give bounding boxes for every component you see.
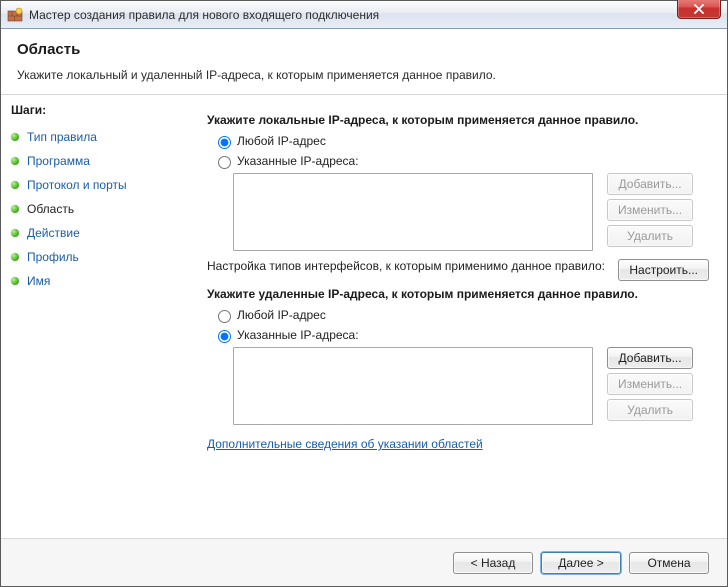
page-title: Область [17,41,711,58]
wizard-footer: < Назад Далее > Отмена [1,538,727,586]
remote-any-radio[interactable] [218,310,231,323]
sidebar-step-label: Область [27,202,74,216]
interface-types-text: Настройка типов интерфейсов, к которым п… [207,259,618,273]
sidebar-step-label: Действие [27,226,80,240]
step-bullet-icon [11,181,19,189]
sidebar-step-item[interactable]: Программа [11,149,184,173]
sidebar-step-item[interactable]: Профиль [11,245,184,269]
sidebar-step-item[interactable]: Протокол и порты [11,173,184,197]
remote-ip-listbox[interactable] [233,347,593,425]
sidebar-step-label: Имя [27,274,50,288]
local-add-button[interactable]: Добавить... [607,173,693,195]
next-button[interactable]: Далее > [541,552,621,574]
local-ip-listbox[interactable] [233,173,593,251]
remote-any-label[interactable]: Любой IP-адрес [237,308,326,322]
firewall-icon [7,7,23,23]
local-any-radio[interactable] [218,136,231,149]
page-description: Укажите локальный и удаленный IP-адреса,… [17,68,711,82]
local-remove-button[interactable]: Удалить [607,225,693,247]
remote-specific-label[interactable]: Указанные IP-адреса: [237,328,359,342]
step-bullet-icon [11,229,19,237]
sidebar-step-label: Программа [27,154,90,168]
main-content: Укажите локальные IP-адреса, к которым п… [191,95,727,544]
step-bullet-icon [11,157,19,165]
steps-sidebar: Шаги: Тип правила Программа Протокол и пор… [1,95,191,544]
sidebar-step-label: Профиль [27,250,79,264]
remote-specific-radio[interactable] [218,330,231,343]
sidebar-step-label: Тип правила [27,130,97,144]
sidebar-step-item[interactable]: Действие [11,221,184,245]
titlebar: Мастер создания правила для нового входя… [1,1,727,29]
step-bullet-icon [11,253,19,261]
cancel-button[interactable]: Отмена [629,552,709,574]
sidebar-step-label: Протокол и порты [27,178,127,192]
close-icon [693,4,705,14]
remote-remove-button[interactable]: Удалить [607,399,693,421]
help-link[interactable]: Дополнительные сведения об указании обла… [207,437,483,451]
local-specific-radio[interactable] [218,156,231,169]
window-title: Мастер создания правила для нового входя… [29,8,379,22]
local-any-label[interactable]: Любой IP-адрес [237,134,326,148]
sidebar-step-item[interactable]: Область [11,197,184,221]
customize-interface-button[interactable]: Настроить... [618,259,709,281]
sidebar-step-item[interactable]: Тип правила [11,125,184,149]
local-specific-label[interactable]: Указанные IP-адреса: [237,154,359,168]
wizard-header: Область Укажите локальный и удаленный IP… [1,29,727,95]
step-bullet-icon [11,133,19,141]
back-button[interactable]: < Назад [453,552,533,574]
close-button[interactable] [677,0,721,19]
step-bullet-icon [11,277,19,285]
local-edit-button[interactable]: Изменить... [607,199,693,221]
sidebar-step-item[interactable]: Имя [11,269,184,293]
remote-add-button[interactable]: Добавить... [607,347,693,369]
step-bullet-icon [11,205,19,213]
local-ip-heading: Укажите локальные IP-адреса, к которым п… [207,113,709,127]
steps-heading: Шаги: [11,103,184,117]
remote-ip-heading: Укажите удаленные IP-адреса, к которым п… [207,287,709,301]
remote-edit-button[interactable]: Изменить... [607,373,693,395]
